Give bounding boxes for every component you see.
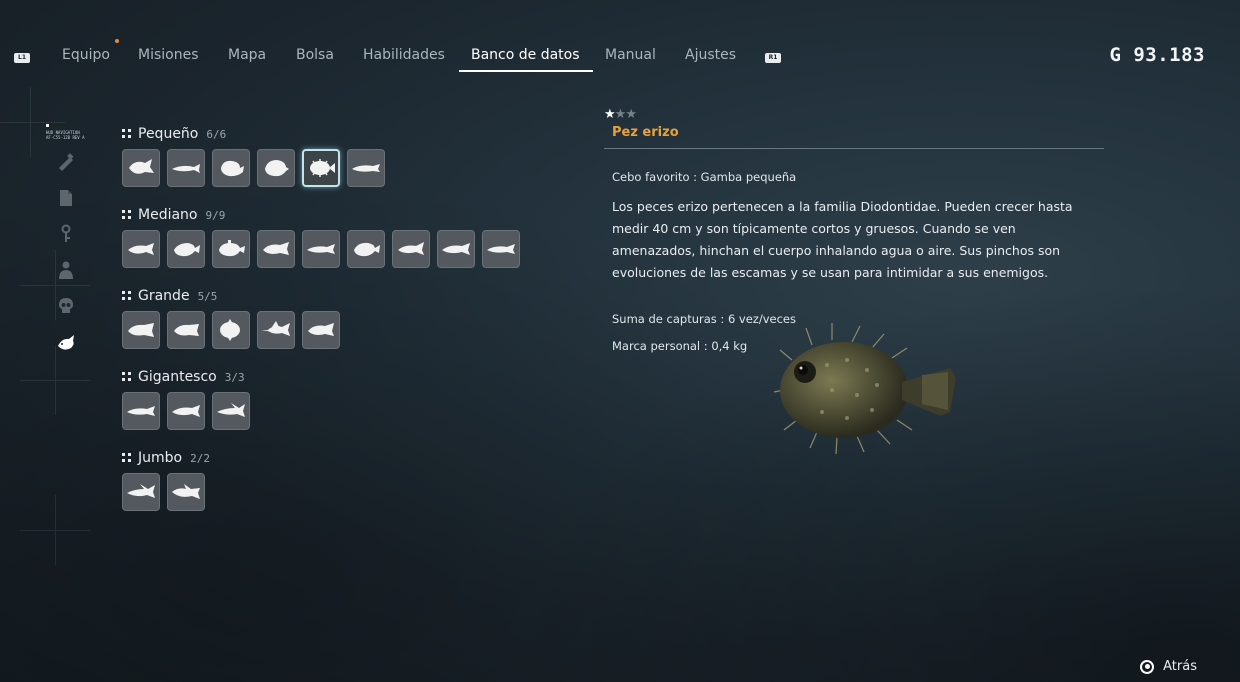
category-pequeno: Pequeño 6/6 <box>122 124 385 187</box>
right-bumper-hint[interactable]: R1 <box>765 53 781 63</box>
category-jumbo: Jumbo 2/2 <box>122 448 210 511</box>
star-empty-icon: ★ <box>625 107 637 122</box>
fish-slot[interactable] <box>212 230 250 268</box>
fish-slot[interactable] <box>122 311 160 349</box>
rating-stars: ★★★ <box>604 108 1104 122</box>
grid-crossmark <box>0 87 65 157</box>
fish-slot[interactable] <box>167 311 205 349</box>
fish-slot[interactable] <box>167 473 205 511</box>
currency-symbol: G <box>1109 44 1122 66</box>
divider <box>604 148 1104 149</box>
wrench-icon[interactable] <box>56 152 76 172</box>
category-title: Jumbo <box>138 450 183 466</box>
tab-banco-de-datos[interactable]: Banco de datos <box>459 42 593 72</box>
category-gigantesco: Gigantesco 3/3 <box>122 367 250 430</box>
fish-slot[interactable] <box>437 230 475 268</box>
tab-mapa[interactable]: Mapa <box>228 42 266 70</box>
grid-crossmark <box>20 250 90 320</box>
fish-detail-panel: ★★★ Pez erizo Cebo favorito : Gamba pequ… <box>604 108 1104 353</box>
top-navigation: L1 Equipo Misiones Mapa Bolsa Habilidade… <box>0 39 820 72</box>
fish-slot[interactable] <box>257 230 295 268</box>
fish-model-image <box>772 320 967 460</box>
notification-dot <box>114 39 119 43</box>
category-count: 9/9 <box>205 208 226 222</box>
document-icon[interactable] <box>56 188 76 208</box>
back-button[interactable]: Atrás <box>1140 659 1197 674</box>
tab-equipo[interactable]: Equipo <box>62 39 119 70</box>
favorite-bait: Cebo favorito : Gamba pequeña <box>612 170 797 184</box>
fish-slot[interactable] <box>167 392 205 430</box>
star-filled-icon: ★ <box>604 107 616 122</box>
grid-crossmark <box>20 345 90 415</box>
category-count: 2/2 <box>190 451 210 465</box>
drag-handle-icon <box>122 129 132 139</box>
category-mediano: Mediano 9/9 <box>122 205 520 268</box>
drag-handle-icon <box>122 453 132 463</box>
fish-slot-selected[interactable] <box>302 149 340 187</box>
category-count: 3/3 <box>224 370 245 384</box>
star-empty-icon: ★ <box>614 107 627 122</box>
drag-handle-icon <box>122 210 132 220</box>
fish-slot[interactable] <box>212 392 250 430</box>
tab-habilidades[interactable]: Habilidades <box>363 42 445 70</box>
fish-slot[interactable] <box>302 311 340 349</box>
sidebar-caption: HUD NAVIGATION AF-C55-12B REV A <box>46 124 85 140</box>
fish-description: Los peces erizo pertenecen a la familia … <box>612 199 1073 280</box>
fish-slot[interactable] <box>302 230 340 268</box>
fish-slot[interactable] <box>122 149 160 187</box>
back-label: Atrás <box>1163 659 1197 674</box>
fish-slot[interactable] <box>167 149 205 187</box>
tab-manual[interactable]: Manual <box>605 42 656 70</box>
circle-button-icon <box>1140 659 1155 674</box>
fish-icon[interactable] <box>56 333 76 353</box>
fish-slot[interactable] <box>347 149 385 187</box>
fish-slot[interactable] <box>212 149 250 187</box>
tab-misiones[interactable]: Misiones <box>138 42 199 70</box>
fish-slot[interactable] <box>392 230 430 268</box>
fish-slot[interactable] <box>257 149 295 187</box>
tab-bolsa[interactable]: Bolsa <box>296 42 334 70</box>
fish-slot[interactable] <box>122 230 160 268</box>
fish-slot[interactable] <box>212 311 250 349</box>
fish-slot[interactable] <box>257 311 295 349</box>
drag-handle-icon <box>122 372 132 382</box>
fish-name: Pez erizo <box>612 125 679 140</box>
drag-handle-icon <box>122 291 132 301</box>
fish-slot[interactable] <box>167 230 205 268</box>
category-grande: Grande 5/5 <box>122 286 340 349</box>
fish-slot[interactable] <box>347 230 385 268</box>
fish-slot[interactable] <box>122 473 160 511</box>
tab-ajustes[interactable]: Ajustes <box>685 42 736 70</box>
currency-amount: 93.183 <box>1133 44 1205 66</box>
fish-slot[interactable] <box>122 392 160 430</box>
category-count: 6/6 <box>206 127 227 141</box>
category-title: Gigantesco <box>138 369 217 385</box>
currency-display: G 93.183 <box>1109 44 1205 66</box>
grid-crossmark <box>20 495 90 565</box>
left-bumper-hint[interactable]: L1 <box>14 53 30 63</box>
fish-slot[interactable] <box>482 230 520 268</box>
category-count: 5/5 <box>197 289 218 303</box>
category-title: Mediano <box>138 207 198 223</box>
skull-icon[interactable] <box>56 296 76 316</box>
key-icon[interactable] <box>56 224 76 244</box>
category-title: Pequeño <box>138 126 199 142</box>
category-title: Grande <box>138 288 190 304</box>
person-icon[interactable] <box>56 260 76 280</box>
